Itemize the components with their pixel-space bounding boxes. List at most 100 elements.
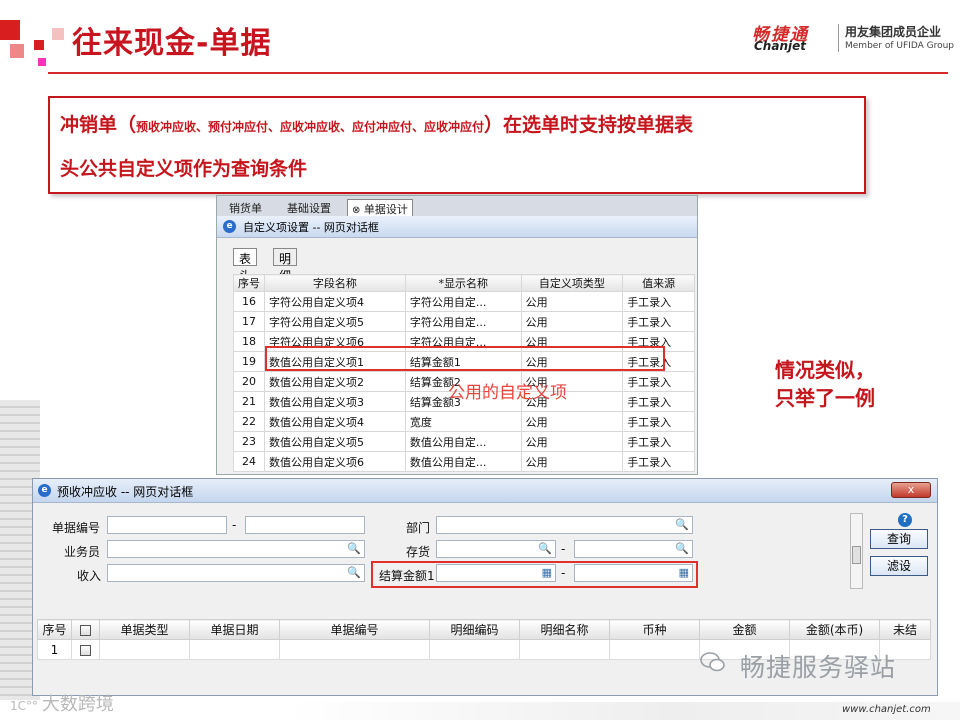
cell-index: 21 (233, 391, 265, 412)
cell-field-type: 公用 (520, 411, 624, 432)
cell-field-name: 数值公用自定义项3 (264, 391, 406, 412)
annotation-common-field: 公用的自定义项 (448, 383, 567, 403)
lookup-icon[interactable]: 🔍 (347, 543, 361, 555)
dept-input[interactable]: 🔍 (436, 516, 693, 534)
cell-value-source: 手工录入 (622, 411, 695, 432)
range-dash: - (561, 542, 566, 556)
search-icon[interactable]: 🔍 (675, 543, 689, 555)
cell-field-name: 字符公用自定义项5 (264, 311, 406, 332)
col-index: 序号 (37, 619, 72, 640)
col-field-name: 字段名称 (264, 274, 406, 292)
callout-box: 冲销单（预收冲应收、预付冲应付、应收冲应收、应付冲应付、应收冲应付）在选单时支持… (48, 96, 866, 194)
watermark-logo-icon: 1C°° (10, 699, 42, 713)
cell-index: 19 (233, 351, 265, 372)
footer-band (0, 702, 960, 720)
search-icon[interactable]: 🔍 (538, 543, 552, 555)
close-button[interactable]: x (891, 482, 931, 498)
cell-index: 18 (233, 331, 265, 352)
table-header-row: 序号 单据类型 单据日期 单据编号 明细编码 明细名称 币种 金额 金额(本币)… (37, 619, 931, 640)
dialog2-title: 预收冲应收 -- 网页对话框 (57, 485, 194, 499)
tab-basic-settings[interactable]: 基础设置 (287, 200, 331, 216)
lookup-icon[interactable]: 🔍 (347, 567, 361, 579)
tab-detail[interactable]: 明细 (273, 248, 298, 283)
row-checkbox[interactable] (80, 644, 91, 656)
cell-doc-type (99, 639, 190, 660)
cell-select[interactable] (71, 639, 100, 660)
tab-doc-design-label: 单据设计 (363, 203, 408, 216)
cell-index: 1 (37, 639, 72, 660)
col-amount-local: 金额(本币) (789, 619, 880, 640)
select-all-checkbox[interactable] (80, 624, 91, 636)
table-row[interactable]: 17 字符公用自定义项5 字符公用自定... 公用 手工录入 (233, 311, 695, 332)
custom-field-table: 序号 字段名称 *显示名称 自定义项类型 值来源 16 字符公用自定义项4 字符公用… (233, 274, 695, 472)
query-button[interactable]: 查询 (870, 529, 928, 549)
cell-field-type: 公用 (520, 451, 624, 472)
query-panel-scrollbar[interactable] (850, 513, 863, 589)
label-stock: 存货 (406, 545, 431, 559)
cell-display-name[interactable]: 字符公用自定... (404, 311, 522, 332)
brand-separator (838, 24, 839, 52)
salesman-input[interactable]: 🔍 (107, 540, 365, 558)
decor-square (10, 44, 24, 58)
wechat-watermark-text: 畅捷服务驿站 (740, 653, 897, 682)
cell-field-name: 数值公用自定义项6 (264, 451, 406, 472)
col-field-type: 自定义项类型 (520, 274, 624, 292)
doc-no-from-input[interactable] (107, 516, 227, 534)
page-title: 往来现金-单据 (72, 26, 272, 61)
cell-field-name: 数值公用自定义项2 (264, 371, 406, 392)
help-icon[interactable]: ? (898, 513, 912, 527)
col-doc-no: 单据编号 (279, 619, 430, 640)
filter-button[interactable]: 滤设 (870, 556, 928, 576)
table-row[interactable]: 16 字符公用自定义项4 字符公用自定... 公用 手工录入 (233, 291, 695, 312)
highlight-box-row-19 (265, 346, 665, 371)
stock-to-input[interactable]: 🔍 (574, 540, 693, 558)
custom-field-dialog: 销货单 基础设置 ⊗ 单据设计 e 自定义项设置 -- 网页对话框 表头 明细 … (216, 195, 698, 475)
income-input[interactable]: 🔍 (107, 564, 365, 582)
cell-field-type: 公用 (520, 431, 624, 452)
col-detail-name: 明细名称 (519, 619, 610, 640)
cell-display-name[interactable]: 数值公用自定... (404, 431, 522, 452)
left-watermark-text: 大数跨境 (41, 694, 114, 715)
title-underline (48, 72, 948, 74)
cell-field-name: 字符公用自定义项4 (264, 291, 406, 312)
cell-field-type: 公用 (520, 311, 624, 332)
tab-sales-order[interactable]: 销货单 (229, 200, 262, 216)
doc-no-to-input[interactable] (245, 516, 365, 534)
decor-square (38, 58, 46, 66)
range-dash: - (232, 518, 237, 532)
col-select-all[interactable] (71, 619, 100, 640)
callout-suffix: ）在选单时支持按单据表 (484, 114, 694, 136)
cell-display-name[interactable]: 宽度 (404, 411, 522, 432)
col-currency: 币种 (609, 619, 700, 640)
cell-doc-no (279, 639, 430, 660)
cell-display-name[interactable]: 数值公用自定... (404, 451, 522, 472)
cell-doc-date (189, 639, 280, 660)
cell-currency (609, 639, 700, 660)
label-income: 收入 (77, 569, 102, 583)
table-row[interactable]: 22 数值公用自定义项4 宽度 公用 手工录入 (233, 411, 695, 432)
cell-index: 17 (233, 311, 265, 332)
callout-prefix: 冲销单（ (60, 114, 137, 136)
scrollbar-thumb[interactable] (852, 546, 861, 564)
cell-value-source: 手工录入 (622, 371, 695, 392)
cell-field-type: 公用 (520, 291, 624, 312)
close-icon[interactable]: ⊗ (352, 205, 360, 216)
tab-header[interactable]: 表头 (233, 248, 258, 283)
col-unsettled: 未结 (879, 619, 931, 640)
cell-index: 23 (233, 431, 265, 452)
highlight-box-settle-amount (371, 561, 698, 588)
slide: 往来现金-单据 畅捷通 Chanjet 用友集团成员企业 Member of U… (0, 0, 960, 720)
col-index: 序号 (233, 274, 265, 292)
label-salesman: 业务员 (64, 545, 101, 559)
table-row[interactable]: 24 数值公用自定义项6 数值公用自定... 公用 手工录入 (233, 451, 695, 472)
lookup-icon[interactable]: 🔍 (675, 519, 689, 531)
decor-square (34, 40, 44, 50)
brand-tagline-en: Member of UFIDA Group (845, 41, 955, 51)
cell-display-name[interactable]: 字符公用自定... (404, 291, 522, 312)
callout-line-2: 头公共自定义项作为查询条件 (60, 158, 308, 180)
cell-detail-name (519, 639, 610, 660)
cell-index: 16 (233, 291, 265, 312)
stock-from-input[interactable]: 🔍 (436, 540, 556, 558)
table-row[interactable]: 23 数值公用自定义项5 数值公用自定... 公用 手工录入 (233, 431, 695, 452)
cell-field-name: 数值公用自定义项5 (264, 431, 406, 452)
